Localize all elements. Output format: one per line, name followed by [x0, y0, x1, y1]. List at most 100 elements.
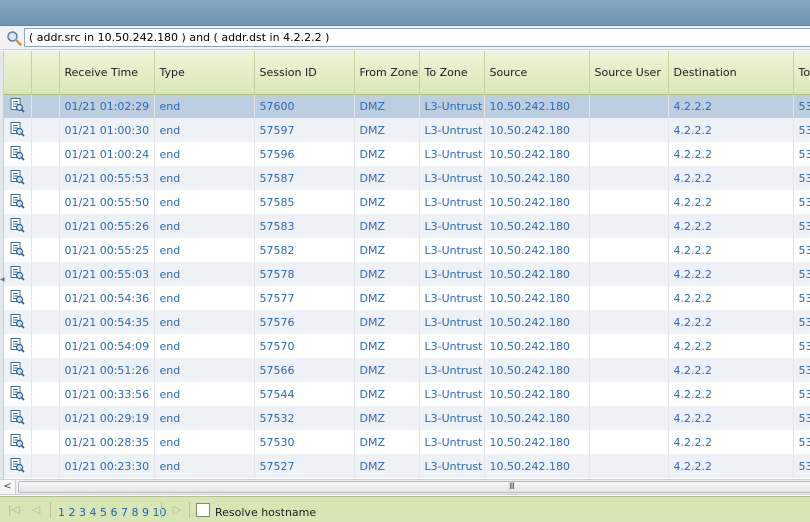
cell-type[interactable]: end [154, 382, 255, 406]
log-detail-icon[interactable] [9, 409, 25, 428]
cell-to-zone[interactable]: L3-Untrust [419, 262, 485, 286]
cell-type[interactable]: end [154, 454, 255, 478]
cell-source-user[interactable] [589, 214, 669, 238]
cell-destination[interactable]: 4.2.2.2 [668, 94, 794, 118]
table-row[interactable]: 01/21 00:51:26 end 57566 DMZ L3-Untrust 10.50… [4, 358, 810, 382]
cell-receive-time[interactable]: 01/21 01:00:30 [59, 118, 155, 142]
log-detail-icon[interactable] [9, 361, 25, 380]
cell-to-port[interactable]: 53 [793, 166, 810, 190]
cell-destination[interactable]: 4.2.2.2 [668, 262, 794, 286]
cell-to-zone[interactable]: L3-Untrust [419, 142, 485, 166]
page-link[interactable]: 5 [100, 506, 107, 519]
first-page-icon[interactable]: |◁ [7, 503, 21, 517]
log-detail-icon[interactable] [9, 265, 25, 284]
cell-type[interactable]: end [154, 238, 255, 262]
cell-receive-time[interactable]: 01/21 00:54:36 [59, 286, 155, 310]
cell-receive-time[interactable]: 01/21 00:23:30 [59, 454, 155, 478]
cell-receive-time[interactable]: 01/21 00:55:50 [59, 190, 155, 214]
cell-destination[interactable]: 4.2.2.2 [668, 286, 794, 310]
header-to-port[interactable]: To [793, 51, 810, 95]
cell-to-port[interactable]: 53 [793, 142, 810, 166]
table-row[interactable]: 01/21 00:54:35 end 57576 DMZ L3-Untrust 10.50… [4, 310, 810, 334]
table-row[interactable]: 01/21 00:55:26 end 57583 DMZ L3-Untrust 10.50… [4, 214, 810, 238]
cell-destination[interactable]: 4.2.2.2 [668, 454, 794, 478]
table-row[interactable]: 01/21 00:55:50 end 57585 DMZ L3-Untrust 10.50… [4, 190, 810, 214]
cell-to-zone[interactable]: L3-Untrust [419, 310, 485, 334]
cell-session-id[interactable]: 57576 [254, 310, 355, 334]
cell-source-user[interactable] [589, 118, 669, 142]
page-link[interactable]: 9 [142, 506, 149, 519]
cell-session-id[interactable]: 57587 [254, 166, 355, 190]
page-link[interactable]: 8 [132, 506, 139, 519]
header-destination[interactable]: Destination [668, 51, 794, 95]
cell-receive-time[interactable]: 01/21 00:51:26 [59, 358, 155, 382]
page-link[interactable]: 2 [69, 506, 76, 519]
cell-session-id[interactable]: 57582 [254, 238, 355, 262]
cell-to-port[interactable]: 53 [793, 262, 810, 286]
cell-source[interactable]: 10.50.242.180 [484, 262, 590, 286]
table-row[interactable]: 01/21 00:55:53 end 57587 DMZ L3-Untrust 10.50… [4, 166, 810, 190]
cell-to-port[interactable]: 53 [793, 454, 810, 478]
cell-source-user[interactable] [589, 286, 669, 310]
cell-from-zone[interactable]: DMZ [354, 142, 420, 166]
cell-session-id[interactable]: 57530 [254, 430, 355, 454]
cell-receive-time[interactable]: 01/21 00:29:19 [59, 406, 155, 430]
log-detail-icon[interactable] [9, 457, 25, 476]
cell-from-zone[interactable]: DMZ [354, 454, 420, 478]
cell-receive-time[interactable]: 01/21 00:55:03 [59, 262, 155, 286]
scroll-left-button[interactable]: < [0, 480, 16, 494]
cell-receive-time[interactable]: 01/21 00:28:35 [59, 430, 155, 454]
cell-to-zone[interactable]: L3-Untrust [419, 214, 485, 238]
cell-source-user[interactable] [589, 262, 669, 286]
cell-session-id[interactable]: 57597 [254, 118, 355, 142]
cell-type[interactable]: end [154, 94, 255, 118]
log-detail-icon[interactable] [9, 337, 25, 356]
cell-from-zone[interactable]: DMZ [354, 406, 420, 430]
log-detail-icon[interactable] [9, 241, 25, 260]
log-detail-icon[interactable] [9, 433, 25, 452]
page-link[interactable]: 7 [121, 506, 128, 519]
table-row[interactable]: 01/21 01:02:29 end 57600 DMZ L3-Untrust 10.50… [4, 94, 810, 118]
cell-source-user[interactable] [589, 94, 669, 118]
cell-type[interactable]: end [154, 430, 255, 454]
cell-to-zone[interactable]: L3-Untrust [419, 334, 485, 358]
log-detail-icon[interactable] [9, 121, 25, 140]
cell-type[interactable]: end [154, 262, 255, 286]
cell-from-zone[interactable]: DMZ [354, 358, 420, 382]
previous-page-icon[interactable]: ◁ [29, 503, 43, 517]
cell-to-port[interactable]: 53 [793, 382, 810, 406]
collapse-arrow-icon[interactable]: ◀ [0, 276, 5, 283]
cell-type[interactable]: end [154, 358, 255, 382]
cell-to-zone[interactable]: L3-Untrust [419, 286, 485, 310]
cell-type[interactable]: end [154, 166, 255, 190]
cell-from-zone[interactable]: DMZ [354, 118, 420, 142]
cell-receive-time[interactable]: 01/21 00:55:53 [59, 166, 155, 190]
cell-to-zone[interactable]: L3-Untrust [419, 238, 485, 262]
cell-session-id[interactable]: 57596 [254, 142, 355, 166]
table-row[interactable]: 01/21 00:55:25 end 57582 DMZ L3-Untrust 10.50… [4, 238, 810, 262]
cell-source[interactable]: 10.50.242.180 [484, 406, 590, 430]
cell-to-port[interactable]: 53 [793, 286, 810, 310]
cell-type[interactable]: end [154, 310, 255, 334]
cell-source-user[interactable] [589, 454, 669, 478]
cell-type[interactable]: end [154, 406, 255, 430]
cell-source-user[interactable] [589, 430, 669, 454]
cell-source-user[interactable] [589, 310, 669, 334]
cell-type[interactable]: end [154, 118, 255, 142]
cell-destination[interactable]: 4.2.2.2 [668, 430, 794, 454]
page-link[interactable]: 10 [153, 506, 167, 519]
cell-to-port[interactable]: 53 [793, 118, 810, 142]
cell-to-zone[interactable]: L3-Untrust [419, 166, 485, 190]
resolve-hostname-checkbox[interactable] [196, 503, 210, 517]
cell-session-id[interactable]: 57577 [254, 286, 355, 310]
cell-source[interactable]: 10.50.242.180 [484, 94, 590, 118]
cell-source-user[interactable] [589, 166, 669, 190]
cell-from-zone[interactable]: DMZ [354, 166, 420, 190]
page-link[interactable]: 3 [79, 506, 86, 519]
cell-source[interactable]: 10.50.242.180 [484, 142, 590, 166]
search-icon[interactable] [6, 30, 22, 46]
cell-source-user[interactable] [589, 190, 669, 214]
cell-session-id[interactable]: 57583 [254, 214, 355, 238]
table-row[interactable]: 01/21 00:29:19 end 57532 DMZ L3-Untrust 10.50… [4, 406, 810, 430]
cell-to-port[interactable]: 53 [793, 406, 810, 430]
